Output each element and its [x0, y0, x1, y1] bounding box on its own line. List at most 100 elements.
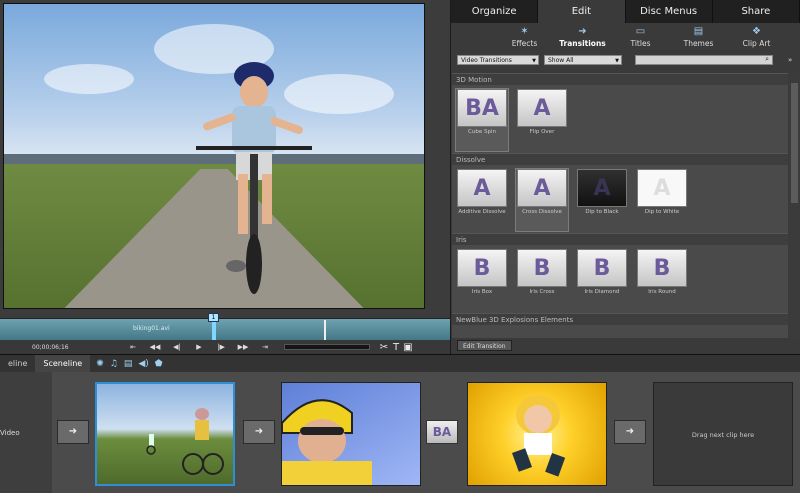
transition-item[interactable]: B Iris Box [456, 249, 508, 311]
mini-timeline[interactable]: biking01.avi 1 [0, 313, 450, 341]
properties-icon[interactable]: ▤ [124, 359, 133, 369]
transition-label: Cross Dissolve [522, 209, 562, 215]
scrub-clip-label: biking01.avi [133, 325, 170, 332]
subtab-label: Effects [511, 39, 538, 48]
clip-thumbnail [282, 399, 372, 485]
empty-clip-slot[interactable]: Drag next clip here [653, 382, 793, 486]
transition-label: Iris Box [471, 289, 493, 295]
end-marker[interactable] [324, 320, 326, 340]
titles-icon: ▭ [635, 26, 646, 37]
subtab-label: Transitions [559, 39, 606, 48]
transition-label: Additive Dissolve [458, 209, 506, 215]
category-items: A Additive Dissolve A Cross Dissolve A Dip … [452, 165, 788, 233]
fast-forward-icon[interactable]: ▶▶ [232, 343, 254, 351]
tab-organize[interactable]: Organize [451, 0, 539, 23]
rewind-icon[interactable]: ◀◀ [144, 343, 166, 351]
subtab-themes[interactable]: ▤ Themes [670, 23, 728, 53]
transition-thumbnail: A [577, 169, 627, 207]
timecode[interactable]: 00;00;06;16 [32, 344, 122, 351]
category-items: B Iris Box B Iris Cross B Iris Diamond B Iri… [452, 245, 788, 313]
subtab-label: Clip Art [742, 39, 771, 48]
show-select-value: Show All [548, 57, 574, 64]
tab-sceneline[interactable]: Sceneline [35, 354, 91, 373]
transition-thumbnail: A [517, 89, 567, 127]
category-header: Dissolve [452, 153, 788, 165]
step-forward-icon[interactable]: |▶ [210, 343, 232, 351]
transition-item[interactable]: B Iris Diamond [576, 249, 628, 311]
subtab-titles[interactable]: ▭ Titles [612, 23, 670, 53]
transition-item[interactable]: B Iris Round [636, 249, 688, 311]
transition-label: Iris Cross [529, 289, 555, 295]
goto-start-icon[interactable]: ⇤ [122, 343, 144, 351]
category-select[interactable]: Video Transitions ▼ [457, 55, 539, 65]
search-input[interactable]: ⌕ [635, 55, 773, 65]
app-window: biking01.avi 1 00;00;06;16 ⇤ ◀◀ ◀| ▶ |▶ … [0, 0, 800, 493]
tab-disc-menus[interactable]: Disc Menus [625, 0, 713, 23]
transition-drop-slot[interactable]: ➜ [243, 420, 275, 444]
transition-drop-slot[interactable]: ➜ [57, 420, 89, 444]
transitions-list: 3D Motion BA Cube Spin A Flip Over Dissolv… [452, 73, 788, 338]
chevron-down-icon: ▼ [615, 58, 619, 64]
tasks-panel: Organize Edit Disc Menus Share ✶ Effects … [450, 0, 800, 354]
transition-item[interactable]: BA Cube Spin [455, 88, 509, 152]
transport-controls: 00;00;06;16 ⇤ ◀◀ ◀| ▶ |▶ ▶▶ ⇥ ✂ T ▣ [0, 340, 450, 354]
preview-panel [0, 0, 450, 318]
goto-end-icon[interactable]: ⇥ [254, 343, 276, 351]
transition-drop-slot[interactable]: ➜ [614, 420, 646, 444]
freeze-frame-icon[interactable]: ▣ [402, 342, 414, 353]
panel-menu-icon[interactable]: » [788, 56, 792, 64]
tab-timeline[interactable]: eline [0, 355, 35, 373]
scene-clip-3[interactable] [467, 382, 607, 486]
transition-label: Dip to White [644, 209, 680, 215]
audio-icon[interactable]: ◀) [138, 359, 148, 369]
track-header: Video [0, 372, 52, 493]
transition-item[interactable]: A Flip Over [516, 89, 568, 151]
transition-thumbnail: A [637, 169, 687, 207]
scene-clip-1[interactable] [95, 382, 235, 486]
smart-mix-icon[interactable]: ♫ [110, 359, 118, 369]
jog-shuttle[interactable] [284, 344, 370, 350]
list-scrollbar[interactable] [789, 73, 800, 338]
tab-share[interactable]: Share [712, 0, 800, 23]
scrollbar-thumb[interactable] [791, 83, 798, 203]
transition-item[interactable]: B Iris Cross [516, 249, 568, 311]
show-select[interactable]: Show All ▼ [544, 55, 622, 65]
themes-icon: ▤ [693, 26, 704, 37]
marker-icon[interactable]: ⬟ [155, 359, 163, 369]
split-clip-icon[interactable]: ✂ [378, 342, 390, 353]
cube-spin-transition-marker[interactable]: BA [426, 420, 458, 444]
subtab-clip-art[interactable]: ❖ Clip Art [728, 23, 786, 53]
edit-transition-button[interactable]: Edit Transition [457, 340, 512, 351]
category-header: 3D Motion [452, 73, 788, 85]
timeline-toolbar: eline Sceneline ✺ ♫ ▤ ◀) ⬟ [0, 354, 800, 373]
tab-edit[interactable]: Edit [538, 0, 626, 23]
transition-item[interactable]: A Dip to White [636, 169, 688, 231]
transition-label: Flip Over [529, 129, 555, 135]
transition-item[interactable]: A Dip to Black [576, 169, 628, 231]
step-back-icon[interactable]: ◀| [166, 343, 188, 351]
play-icon[interactable]: ▶ [188, 343, 210, 351]
scene-clip-2[interactable] [281, 382, 421, 486]
category-header: NewBlue 3D Explosions Elements [452, 313, 788, 325]
subtab-transitions[interactable]: ➜ Transitions [554, 23, 612, 53]
transition-label: Cube Spin [468, 129, 496, 135]
transition-label: Dip to Black [585, 209, 619, 215]
filter-bar: Video Transitions ▼ Show All ▼ ⌕ » [451, 53, 800, 67]
smart-fix-icon[interactable]: ✺ [96, 359, 104, 369]
playhead-marker[interactable]: 1 [208, 313, 219, 322]
subtab-effects[interactable]: ✶ Effects [496, 23, 554, 53]
transition-item[interactable]: A Cross Dissolve [515, 168, 569, 232]
sceneline: Video ➜ ➜ BA ➜ Drag next clip here [0, 372, 800, 493]
preview-monitor[interactable] [3, 3, 425, 309]
transition-item[interactable]: A Additive Dissolve [456, 169, 508, 231]
main-tabs: Organize Edit Disc Menus Share [451, 0, 800, 23]
clip-thumbnail [512, 395, 566, 477]
clip-thumbnail [146, 408, 224, 475]
cyclist-figure [196, 62, 312, 294]
add-text-icon[interactable]: T [390, 342, 402, 353]
edit-subtabs: ✶ Effects ➜ Transitions ▭ Titles ▤ Themes ❖ C… [451, 23, 800, 53]
track-label: Video [0, 429, 20, 437]
category-items: BA Cube Spin A Flip Over [452, 85, 788, 153]
drag-hint: Drag next clip here [691, 431, 755, 439]
subtab-label: Titles [630, 39, 651, 48]
